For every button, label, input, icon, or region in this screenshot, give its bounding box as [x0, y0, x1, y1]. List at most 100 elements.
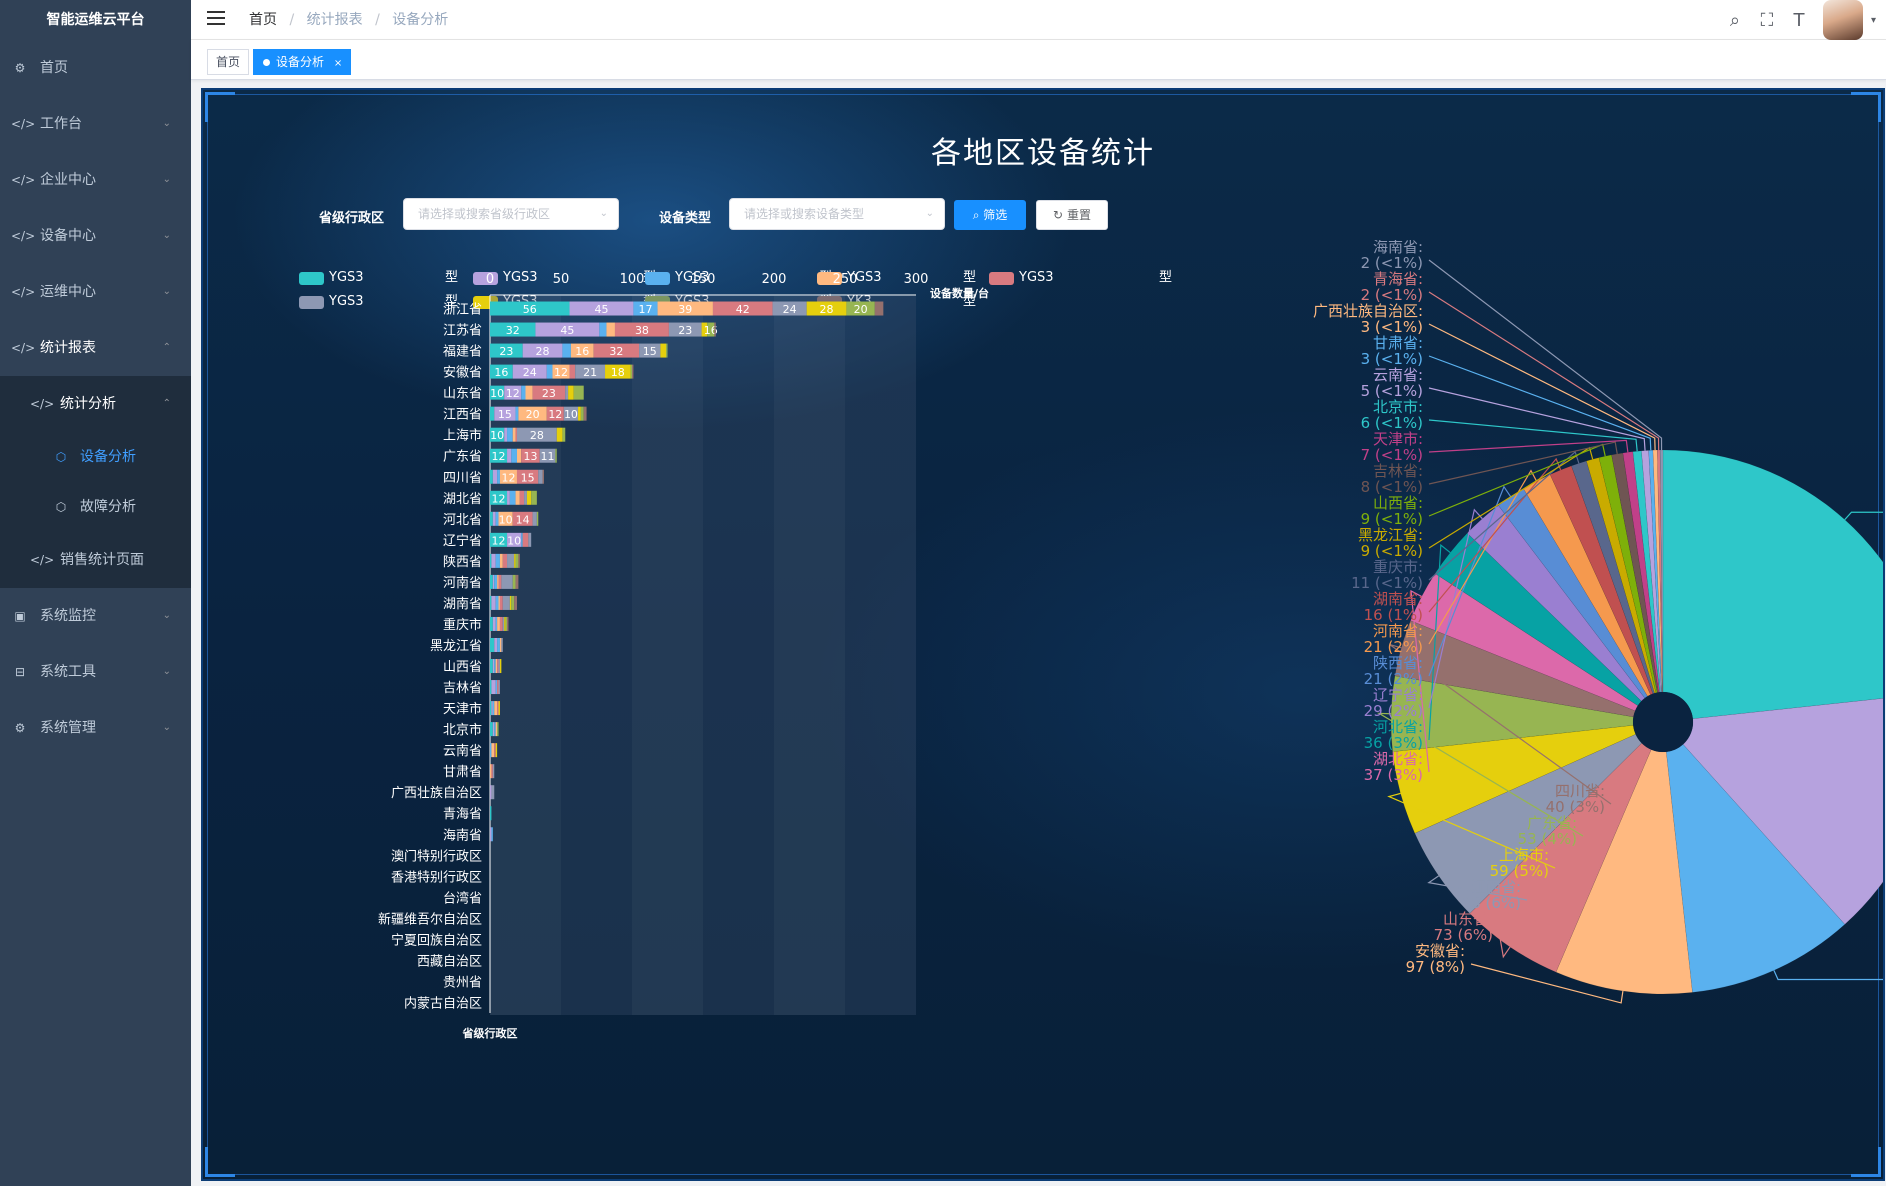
sidebar-item-label: 企业中心 [40, 172, 96, 188]
bar-data-label: 12 [554, 366, 568, 379]
bar-segment [494, 637, 498, 652]
bar-segment [514, 553, 516, 568]
y-tick-label: 吉林省 [443, 681, 482, 696]
sidebar-item-top1[interactable]: </> 工作台 ⌄ [0, 96, 191, 152]
bar-segment [498, 595, 500, 610]
sidebar-item-label: 销售统计页面 [60, 552, 144, 568]
bar-segment [515, 490, 520, 505]
bar-segment [501, 637, 503, 652]
bar-segment [495, 553, 500, 568]
sidebar-item-fault-analysis[interactable]: ⬡ 故障分析 [0, 482, 191, 532]
bar-segment [490, 827, 492, 842]
bar-data-label: 15 [643, 345, 657, 358]
breadcrumb-stats[interactable]: 统计报表 [307, 12, 363, 28]
sidebar-item-label: 设备分析 [80, 449, 136, 465]
bar-data-label: 10 [490, 387, 504, 400]
tag-home[interactable]: 首页 [207, 49, 250, 75]
bar-segment [499, 616, 503, 631]
sidebar-item-bottom0[interactable]: ▣ 系统监控 ⌄ [0, 588, 191, 644]
sidebar-item-stats-analysis[interactable]: </> 统计分析 ⌃ [0, 376, 191, 432]
close-icon[interactable]: × [334, 58, 342, 69]
bar-segment [490, 616, 493, 631]
bar-data-label: 13 [523, 450, 537, 463]
bar-segment [518, 553, 520, 568]
bar-segment [606, 322, 615, 337]
y-tick-label: 河北省 [443, 513, 482, 528]
sidebar: 智能运维云平台 ⚙ 首页 </> 工作台 ⌄ </> 企业中心 ⌄ </> 设备中心 ⌄ </> 运维中… [0, 0, 191, 1186]
y-tick-label: 上海市 [443, 428, 482, 444]
pie-label-value: 53 (4%) [1518, 830, 1577, 848]
sidebar-item-label: 首页 [40, 60, 68, 76]
sidebar-menu-bottom: ▣ 系统监控 ⌄ ⊟ 系统工具 ⌄ ⚙ 系统管理 ⌄ [0, 588, 191, 756]
bar-segment [495, 722, 498, 737]
y-tick-label: 宁夏回族自治区 [391, 932, 482, 948]
caret-down-icon[interactable]: ▾ [1871, 15, 1876, 26]
y-tick-label: 辽宁省 [443, 533, 482, 549]
sidebar-item-device-analysis[interactable]: ⬡ 设备分析 [0, 432, 191, 482]
y-tick-label: 福建省 [443, 345, 482, 360]
search-icon[interactable]: ⌕ [1719, 10, 1751, 31]
y-tick-label: 贵州省 [443, 975, 482, 990]
bar-data-label: 15 [498, 408, 512, 421]
pie-label-value: 29 (2%) [1364, 702, 1423, 720]
sidebar-item-sales-page[interactable]: </> 销售统计页面 [0, 532, 191, 588]
navbar: 首页 / 统计报表 / 设备分析 ⌕ ⛶ T ▾ [191, 0, 1886, 40]
bar-segment [494, 743, 496, 758]
sidebar-item-top0[interactable]: ⚙ 首页 [0, 40, 191, 96]
y-axis-label: 省级行政区 [462, 1026, 518, 1040]
bar-segment [491, 595, 496, 610]
bar-segment [521, 532, 523, 547]
bar-data-label: 12 [492, 450, 506, 463]
sidebar-item-top2[interactable]: </> 企业中心 ⌄ [0, 152, 191, 208]
sidebar-item-label: 统计分析 [60, 396, 116, 412]
code-icon: </> [11, 173, 36, 187]
bar-segment [501, 574, 513, 589]
bar-segment [497, 722, 499, 737]
pie-leader-line [1844, 511, 1883, 521]
bar-segment [542, 469, 544, 484]
x-tick-label: 50 [553, 272, 570, 287]
pie-label-value: 16 (1%) [1364, 606, 1423, 624]
bar-data-label: 12 [501, 471, 515, 484]
bar-segment [498, 680, 500, 695]
bar-segment [507, 427, 513, 442]
bar-segment [497, 701, 499, 716]
pie-label-value: 21 (2%) [1364, 670, 1423, 688]
tag-device-analysis[interactable]: 设备分析 × [253, 49, 352, 75]
bar-segment [515, 406, 519, 421]
bar-segment [599, 322, 607, 337]
sidebar-item-top5[interactable]: </> 统计报表 ⌃ [0, 320, 191, 376]
bar-segment [507, 448, 512, 463]
bar-data-label: 18 [611, 366, 625, 379]
bar-data-label: 32 [506, 324, 520, 337]
code-icon: </> [11, 229, 36, 243]
pie-label-value: 3 (<1%) [1361, 318, 1423, 336]
bar-segment [499, 637, 502, 652]
bar-segment [490, 680, 492, 695]
bar-segment [495, 659, 498, 674]
bar-segment [491, 680, 496, 695]
pie-leader-line [1428, 291, 1660, 451]
sidebar-item-top3[interactable]: </> 设备中心 ⌄ [0, 208, 191, 264]
bar-segment [494, 701, 498, 716]
sidebar-item-top4[interactable]: </> 运维中心 ⌄ [0, 264, 191, 320]
chevron-up-icon: ⌃ [162, 398, 171, 409]
font-size-icon[interactable]: T [1783, 10, 1815, 31]
bar-data-label: 10 [499, 513, 513, 526]
bar-segment [515, 553, 519, 568]
y-tick-label: 湖北省 [443, 492, 482, 507]
bar-segment [515, 427, 517, 442]
fullscreen-icon[interactable]: ⛶ [1751, 10, 1783, 31]
y-tick-label: 陕西省 [443, 555, 482, 570]
y-tick-label: 台湾省 [443, 890, 482, 906]
hamburger-icon[interactable] [207, 11, 225, 27]
code-icon: </> [30, 553, 55, 567]
y-tick-label: 北京市 [443, 722, 482, 738]
reset-button[interactable]: ↻ 重置 [1036, 200, 1108, 230]
breadcrumb-home[interactable]: 首页 [249, 12, 277, 28]
sidebar-item-bottom2[interactable]: ⚙ 系统管理 ⌄ [0, 700, 191, 756]
sidebar-item-bottom1[interactable]: ⊟ 系统工具 ⌄ [0, 644, 191, 700]
avatar[interactable] [1822, 0, 1863, 40]
chevron-down-icon: ⌄ [162, 286, 171, 297]
bar-segment [504, 616, 506, 631]
